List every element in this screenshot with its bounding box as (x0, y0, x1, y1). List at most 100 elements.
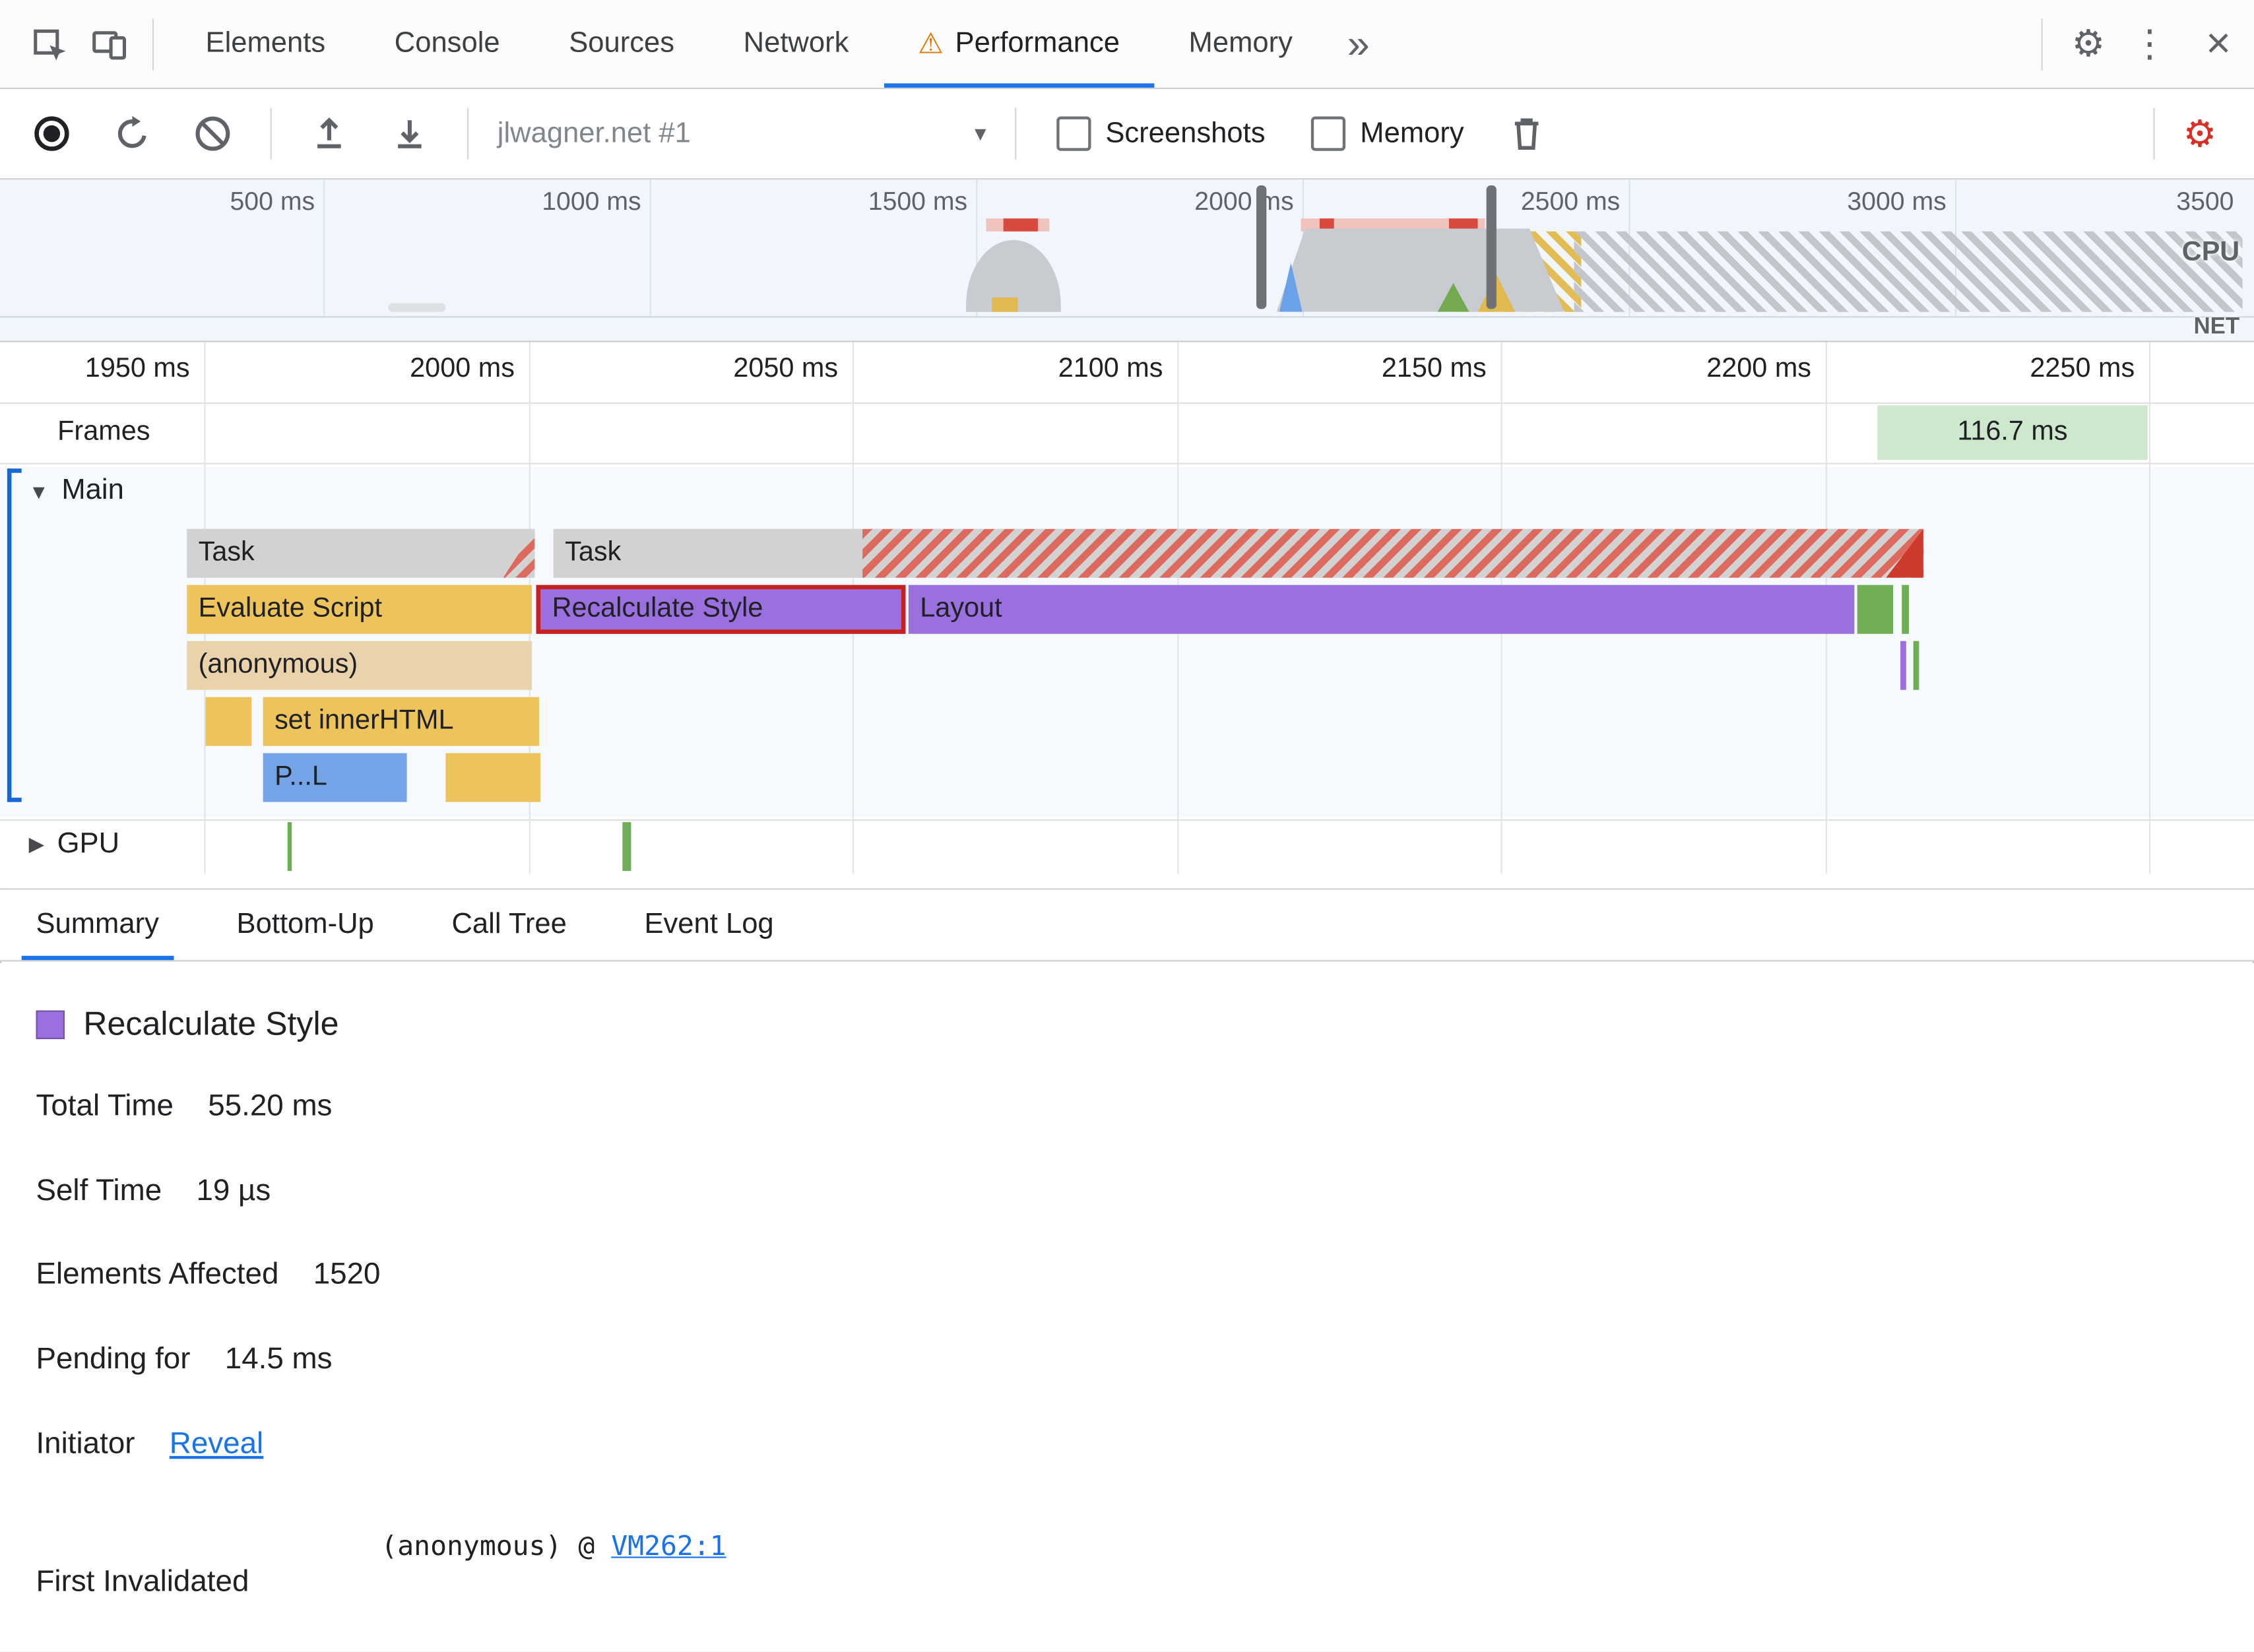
tab-label: Console (394, 27, 500, 59)
profile-select[interactable]: jlwagner.net #1 ▾ (486, 117, 998, 150)
record-button[interactable] (26, 108, 77, 159)
initiator-reveal-link[interactable]: Reveal (170, 1427, 263, 1461)
summary-value: 14.5 ms (224, 1342, 333, 1376)
bar-label: Evaluate Script (198, 593, 383, 624)
summary-label: First Invalidated (36, 1565, 249, 1599)
cpu-activity-shape (1276, 228, 1564, 312)
profile-select-value: jlwagner.net #1 (497, 117, 691, 149)
flame-bar-set-innerhtml[interactable]: set innerHTML (263, 697, 539, 746)
selection-handle-left[interactable] (1256, 185, 1267, 309)
flame-bar-paint[interactable] (1857, 585, 1894, 634)
overview-tick: 1000 ms (542, 187, 641, 216)
screenshots-checkbox[interactable]: Screenshots (1056, 116, 1266, 151)
track-label: Main (61, 474, 124, 506)
stack-trace-line: (anonymous) @ VM262:1 (381, 1531, 726, 1562)
details-tabbar: Summary Bottom-Up Call Tree Event Log (0, 888, 2254, 962)
tab-sources[interactable]: Sources (534, 0, 709, 88)
more-tabs-icon[interactable]: » (1327, 21, 1390, 67)
overview-tick: 500 ms (230, 187, 315, 216)
frame-duration-badge[interactable]: 116.7 ms (1877, 405, 2148, 461)
overview-tick: 2500 ms (1520, 187, 1621, 216)
divider (0, 402, 2254, 404)
overview-tick: 3500 (2176, 187, 2234, 216)
summary-title-row: Recalculate Style (36, 1005, 338, 1044)
devtools-tabbar: Elements Console Sources Network ⚠ Perfo… (0, 0, 2254, 90)
selected-track-bracket (7, 468, 22, 802)
timeline-tick: 2150 ms (1381, 353, 1487, 384)
bar-label: set innerHTML (274, 705, 454, 736)
checkbox-label: Screenshots (1105, 117, 1266, 149)
tab-memory[interactable]: Memory (1154, 0, 1327, 88)
cpu-activity-hatch (1574, 231, 2243, 312)
checkbox-label: Memory (1360, 117, 1464, 149)
frames-track-label: Frames (57, 416, 150, 447)
memory-checkbox[interactable]: Memory (1311, 116, 1464, 151)
reload-record-icon[interactable] (106, 108, 158, 159)
flame-bar-paint[interactable] (1913, 641, 1919, 690)
checkbox-box[interactable] (1056, 116, 1091, 151)
device-toolbar-icon[interactable] (83, 18, 135, 69)
divider (0, 819, 2254, 821)
summary-value: 1520 (313, 1257, 381, 1291)
tab-label: Summary (36, 908, 159, 940)
separator (2041, 18, 2044, 70)
long-task-marker (1003, 218, 1038, 232)
flame-bar-script-small[interactable] (205, 697, 252, 746)
flame-bar-paint[interactable] (1902, 585, 1910, 634)
settings-gear-icon[interactable]: ⚙ (2060, 22, 2117, 67)
gpu-activity-bar[interactable] (622, 822, 631, 872)
capture-settings-gear-icon[interactable]: ⚙ (2172, 111, 2228, 156)
flame-bar-render-small[interactable] (1900, 641, 1906, 690)
tab-label: Memory (1188, 27, 1293, 59)
menu-dots-icon[interactable]: ⋮ (2117, 22, 2183, 67)
trash-icon[interactable] (1501, 108, 1553, 159)
bar-label: (anonymous) (198, 649, 358, 680)
chevron-down-icon: ▾ (975, 122, 986, 147)
checkbox-box[interactable] (1311, 116, 1346, 151)
summary-title: Recalculate Style (83, 1004, 339, 1042)
summary-label: Pending for (36, 1342, 191, 1376)
flame-bar-task[interactable]: Task (553, 528, 1923, 578)
tab-elements[interactable]: Elements (171, 0, 360, 88)
clear-icon[interactable] (187, 108, 238, 159)
timeline-overview[interactable]: 500 ms 1000 ms 1500 ms 2000 ms 2500 ms 3… (0, 179, 2254, 342)
save-profile-icon[interactable] (384, 108, 435, 159)
flame-bar-script-small[interactable] (445, 753, 541, 802)
load-profile-icon[interactable] (304, 108, 355, 159)
flame-chart[interactable]: 1950 ms 2000 ms 2050 ms 2100 ms 2150 ms … (0, 342, 2254, 889)
gpu-track-toggle[interactable]: ▶ GPU (29, 828, 120, 861)
tab-event-log[interactable]: Event Log (630, 890, 789, 961)
tab-label: Performance (955, 27, 1120, 59)
expand-arrow-icon: ▶ (28, 832, 45, 856)
stack-source-link[interactable]: VM262:1 (611, 1531, 726, 1562)
flame-bar-parse-html[interactable]: P...L (263, 753, 407, 802)
overview-tick: 3000 ms (1847, 187, 1947, 216)
flame-bar-recalculate-style[interactable]: Recalculate Style (536, 585, 906, 634)
collapse-arrow-icon: ▼ (28, 479, 49, 503)
tab-bottom-up[interactable]: Bottom-Up (222, 890, 389, 961)
timeline-tick: 1950 ms (84, 353, 190, 384)
tab-label: Elements (205, 27, 326, 59)
tab-network[interactable]: Network (709, 0, 883, 88)
flame-bar-layout[interactable]: Layout (908, 585, 1855, 634)
main-track-toggle[interactable]: ▼ Main (29, 474, 124, 507)
performance-toolbar: jlwagner.net #1 ▾ Screenshots Memory ⚙ (0, 89, 2254, 180)
gpu-activity-bar[interactable] (287, 822, 292, 872)
flame-bar-task[interactable]: Task (187, 528, 535, 578)
summary-panel: Recalculate Style Total Time 55.20 ms Se… (0, 963, 2254, 1652)
flame-bar-anonymous[interactable]: (anonymous) (187, 641, 532, 690)
net-lane-label: NET (2193, 315, 2240, 340)
tab-performance[interactable]: ⚠ Performance (884, 0, 1155, 88)
tab-console[interactable]: Console (360, 0, 534, 88)
inspect-element-icon[interactable] (23, 18, 75, 69)
bar-label: Task (565, 537, 622, 568)
selection-handle-right[interactable] (1486, 185, 1497, 309)
tab-call-tree[interactable]: Call Tree (437, 890, 581, 961)
cpu-lane-label: CPU (2181, 237, 2240, 268)
tab-summary[interactable]: Summary (22, 890, 174, 961)
separator (2152, 108, 2154, 160)
tab-label: Network (743, 27, 849, 59)
flame-bar-evaluate-script[interactable]: Evaluate Script (187, 585, 532, 634)
cpu-activity-shape (388, 303, 446, 312)
close-icon[interactable]: × (2183, 19, 2254, 68)
